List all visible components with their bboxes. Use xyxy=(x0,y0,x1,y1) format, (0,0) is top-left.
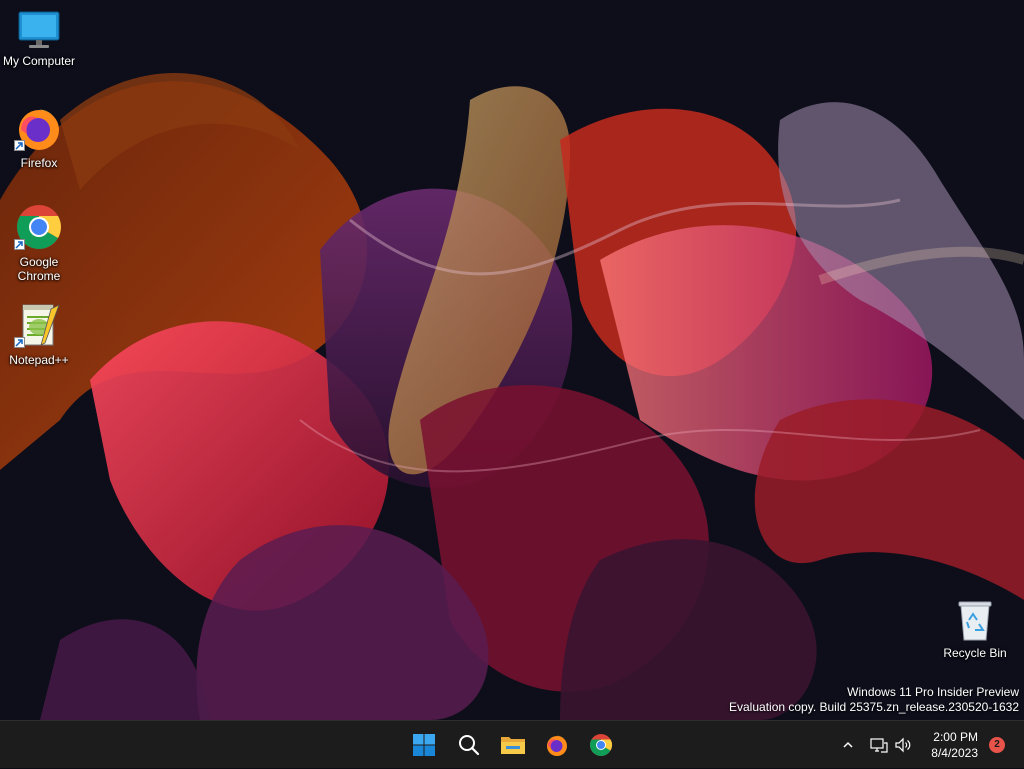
network-icon xyxy=(870,738,888,753)
chevron-up-icon xyxy=(843,741,853,748)
evaluation-watermark: Windows 11 Pro Insider Preview Evaluatio… xyxy=(729,685,1019,715)
firefox-taskbar-button[interactable] xyxy=(537,725,577,765)
windows-start-icon xyxy=(413,734,435,756)
chrome-taskbar-button[interactable] xyxy=(581,725,621,765)
file-explorer-icon xyxy=(501,737,525,754)
desktop-icon-label: Recycle Bin xyxy=(943,646,1007,660)
start-button[interactable] xyxy=(404,725,444,765)
desktop-icon-notepad-plus-plus[interactable]: Notepad++ xyxy=(1,303,77,367)
firefox-icon xyxy=(547,735,567,756)
chrome-icon xyxy=(590,734,612,756)
desktop-wallpaper xyxy=(0,0,1024,720)
desktop-icon-label: Firefox xyxy=(20,156,58,170)
speaker-icon xyxy=(895,737,911,753)
show-hidden-icons-button[interactable] xyxy=(836,721,860,769)
volume-button[interactable] xyxy=(892,721,914,769)
file-explorer-button[interactable] xyxy=(493,725,533,765)
recycle-bin-icon xyxy=(958,601,992,641)
watermark-line-1: Windows 11 Pro Insider Preview xyxy=(847,685,1019,699)
shortcut-arrow-icon xyxy=(14,337,25,348)
taskbar: 2:00 PM 8/4/2023 2 xyxy=(0,720,1024,768)
search-button[interactable] xyxy=(449,725,489,765)
desktop-icon-my-computer[interactable]: My Computer xyxy=(1,10,77,68)
watermark-line-2: Evaluation copy. Build 25375.zn_release.… xyxy=(729,700,1019,714)
desktop-icon-label: My Computer xyxy=(2,54,76,68)
search-icon xyxy=(459,735,480,756)
clock-time: 2:00 PM xyxy=(933,730,978,744)
desktop-icon-label: Notepad++ xyxy=(9,353,69,367)
desktop-icon-recycle-bin[interactable]: Recycle Bin xyxy=(937,598,1013,660)
clock[interactable]: 2:00 PM 8/4/2023 xyxy=(931,729,978,761)
network-button[interactable] xyxy=(868,721,890,769)
desktop-icon-google-chrome[interactable]: Google Chrome xyxy=(1,203,77,283)
notification-badge[interactable]: 2 xyxy=(989,737,1005,753)
desktop-icon-label: Google Chrome xyxy=(17,255,61,283)
clock-date: 8/4/2023 xyxy=(931,746,978,760)
shortcut-arrow-icon xyxy=(14,140,25,151)
desktop-icon-firefox[interactable]: Firefox xyxy=(1,104,77,170)
shortcut-arrow-icon xyxy=(14,239,25,250)
computer-monitor-icon xyxy=(18,11,60,48)
